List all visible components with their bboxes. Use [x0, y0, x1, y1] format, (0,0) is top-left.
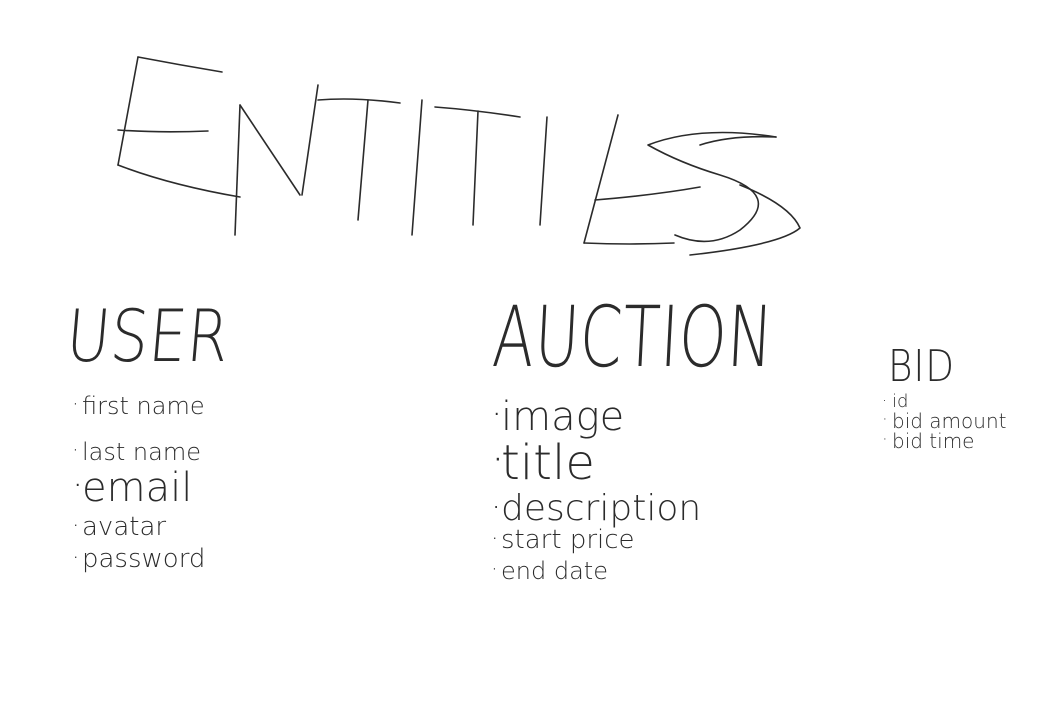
entity-user: USER first name last name email avatar p…	[63, 294, 268, 572]
attribute-password: password	[72, 546, 268, 572]
attribute-start-price: start price	[491, 527, 885, 553]
whiteboard-canvas: USER first name last name email avatar p…	[0, 0, 1049, 717]
entity-user-attributes: first name last name email avatar passwo…	[72, 394, 268, 572]
attribute-avatar: avatar	[72, 514, 268, 540]
entity-auction-attributes: image title description start price end …	[491, 397, 885, 583]
entity-auction: AUCTION image title description start pr…	[490, 288, 885, 583]
entity-bid-attributes: id bid amount bid time	[882, 393, 1007, 452]
entity-bid: BID id bid amount bid time	[882, 341, 1007, 452]
attribute-title: title	[491, 439, 885, 487]
entity-auction-name: AUCTION	[490, 288, 776, 386]
attribute-last-name: last name	[72, 440, 268, 464]
page-title	[117, 56, 801, 256]
attribute-bid-time: bid time	[882, 431, 1006, 451]
attribute-end-date: end date	[491, 559, 885, 583]
entity-user-name: USER	[63, 294, 233, 378]
attribute-email: email	[72, 468, 268, 508]
entity-bid-name: BID	[888, 341, 955, 392]
attribute-description: description	[491, 491, 885, 527]
title-strokes	[117, 56, 801, 256]
attribute-first-name: first name	[72, 394, 268, 418]
attribute-image: image	[491, 397, 885, 437]
attribute-bid-amount: bid amount	[882, 411, 1007, 431]
